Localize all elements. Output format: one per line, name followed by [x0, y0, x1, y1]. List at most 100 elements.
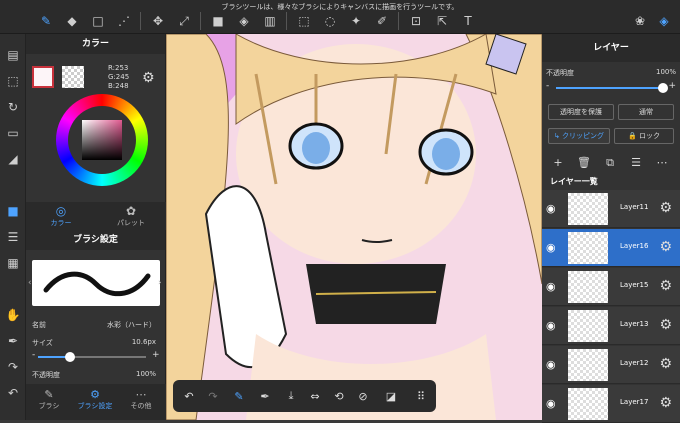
layer-row[interactable]: ◉ Layer16 ⚙	[542, 229, 680, 267]
shape-tool-icon[interactable]: □	[88, 12, 108, 30]
tool-hint: ブラシツールは、様々なブラシによりキャンバスに描画を行うツールです。	[221, 3, 459, 11]
menu-icon[interactable]: ▤	[3, 46, 23, 64]
tab-other[interactable]: ⋯ その他	[118, 388, 164, 411]
duplicate-layer-icon[interactable]: ⧉	[600, 156, 620, 170]
delete-layer-icon[interactable]: 🗑	[574, 156, 594, 169]
flip-icon[interactable]: ⇔	[305, 388, 325, 404]
layer-settings-gear-icon[interactable]: ⚙	[659, 239, 672, 255]
move-tool-icon[interactable]: ✥	[148, 12, 168, 30]
layer-row[interactable]: ◉ Layer15 ⚙	[542, 268, 680, 306]
tab-color[interactable]: ◎ カラー	[26, 204, 96, 228]
visibility-eye-icon[interactable]: ◉	[546, 202, 562, 215]
visibility-eye-icon[interactable]: ◉	[546, 358, 562, 371]
transform-tool-icon[interactable]: ⤢	[174, 12, 194, 30]
rgb-readout: R:253 G:245 B:248	[108, 64, 130, 90]
clipping-button[interactable]: ↳ クリッピング	[548, 128, 610, 144]
more-icon: ⋯	[135, 388, 147, 401]
select-rect-icon[interactable]: ⬚	[294, 12, 314, 30]
reference-icon[interactable]: ◪	[381, 388, 401, 404]
lasso-select-icon[interactable]: ◌	[320, 12, 340, 30]
layer-row[interactable]: ◉ Layer17 ⚙	[542, 385, 680, 423]
prev-brush-chevron-icon[interactable]: ‹	[28, 278, 32, 288]
rotate-icon[interactable]: ⟲	[329, 388, 349, 404]
visibility-eye-icon[interactable]: ◉	[546, 280, 562, 293]
bucket-tool-icon[interactable]: ◈	[234, 12, 254, 30]
layers-toggle-icon[interactable]: ◈	[654, 12, 674, 30]
select-move-icon[interactable]: ⇱	[432, 12, 452, 30]
redo-icon[interactable]: ↷	[203, 388, 223, 404]
secondary-color-swatch[interactable]	[62, 66, 84, 88]
layer-settings-gear-icon[interactable]: ⚙	[659, 278, 672, 294]
redo-icon[interactable]: ↷	[3, 358, 23, 376]
opacity-minus-icon[interactable]: -	[546, 81, 549, 91]
lock-button[interactable]: 🔒 ロック	[614, 128, 674, 144]
layer-row[interactable]: ◉ Layer11 ⚙	[542, 190, 680, 228]
tab-palette[interactable]: ✿ パレット	[96, 204, 166, 228]
selection-icon[interactable]: ⬚	[3, 72, 23, 90]
opacity-plus-icon[interactable]: +	[668, 81, 676, 91]
visibility-eye-icon[interactable]: ◉	[546, 397, 562, 410]
visibility-eye-icon[interactable]: ◉	[546, 319, 562, 332]
color-wheel[interactable]	[56, 94, 148, 186]
layer-settings-gear-icon[interactable]: ⚙	[659, 200, 672, 216]
gradient-tool-icon[interactable]: ▥	[260, 12, 280, 30]
color-settings-gear-icon[interactable]: ⚙	[142, 70, 155, 86]
layer-settings-gear-icon[interactable]: ⚙	[659, 395, 672, 411]
rotate-icon[interactable]: ↻	[3, 98, 23, 116]
layer-panel-icon[interactable]: ▦	[3, 254, 23, 272]
tab-brush-settings[interactable]: ⚙ ブラシ設定	[72, 388, 118, 411]
magic-wand-icon[interactable]: ✦	[346, 12, 366, 30]
brush-tool-icon[interactable]: ✎	[36, 12, 56, 30]
brush-panel-icon[interactable]: ☰	[3, 228, 23, 246]
eyedropper-icon[interactable]: ✒	[3, 332, 23, 350]
size-slider[interactable]	[38, 352, 146, 362]
snap-icon[interactable]: ◢	[3, 150, 23, 168]
drawing-canvas[interactable]	[166, 34, 542, 420]
primary-color-swatch[interactable]	[32, 66, 54, 88]
layer-settings-gear-icon[interactable]: ⚙	[659, 317, 672, 333]
more-grid-icon[interactable]: ⠿	[411, 388, 431, 404]
undo-icon[interactable]: ↶	[3, 384, 23, 402]
fill-color-icon[interactable]: ■	[208, 12, 228, 30]
layer-more-icon[interactable]: ⋯	[652, 156, 672, 169]
ruler-icon[interactable]: ▭	[3, 124, 23, 142]
brush-panel-tabs: ✎ ブラシ ⚙ ブラシ設定 ⋯ その他	[26, 384, 166, 420]
layer-thumbnail	[568, 271, 608, 303]
blend-mode-button[interactable]: 通常	[618, 104, 674, 120]
next-brush-chevron-icon[interactable]: ›	[158, 278, 162, 288]
eraser-tool-icon[interactable]: ◆	[62, 12, 82, 30]
lasso-fill-tool-icon[interactable]: ⋰	[114, 12, 134, 30]
add-layer-icon[interactable]: +	[548, 156, 568, 169]
size-value: 10.6px	[131, 338, 156, 346]
crop-tool-icon[interactable]: ⊡	[406, 12, 426, 30]
brush-tool-icon[interactable]: ✎	[229, 388, 249, 404]
color-panel-icon[interactable]: ■	[3, 202, 23, 220]
save-icon[interactable]: ⤓	[281, 388, 301, 404]
visibility-eye-icon[interactable]: ◉	[546, 241, 562, 254]
undo-icon[interactable]: ↶	[179, 388, 199, 404]
layer-thumbnail	[568, 349, 608, 381]
layer-settings-gear-icon[interactable]: ⚙	[659, 356, 672, 372]
layer-row[interactable]: ◉ Layer12 ⚙	[542, 346, 680, 384]
layer-actions: + 🗑 ⧉ ☰ ⋯	[542, 152, 680, 174]
text-tool-icon[interactable]: T	[458, 12, 478, 30]
lock-icon: 🔒	[628, 132, 637, 140]
select-pen-icon[interactable]: ✐	[372, 12, 392, 30]
tab-brush[interactable]: ✎ ブラシ	[26, 388, 72, 411]
layer-name: Layer16	[620, 242, 649, 250]
layer-thumbnail	[568, 193, 608, 225]
brush-preview[interactable]	[32, 260, 160, 306]
clear-icon[interactable]: ⊘	[353, 388, 373, 404]
hand-tool-icon[interactable]: ✋	[3, 306, 23, 324]
floating-toolbar: ↶ ↷ ✎ ✒ ⤓ ⇔ ⟲ ⊘ ◪ ⠿	[173, 380, 436, 412]
protect-alpha-button[interactable]: 透明度を保護	[548, 104, 614, 120]
layer-opacity-slider[interactable]	[556, 83, 668, 93]
layer-row[interactable]: ◉ Layer13 ⚙	[542, 307, 680, 345]
layer-list-icon[interactable]: ☰	[626, 156, 646, 169]
size-minus-icon[interactable]: -	[32, 350, 35, 360]
brush-settings-panel: ブラシ設定 ‹ › 名前 水彩（ハード） サイズ 10.6px - + 不透明度 10…	[26, 230, 166, 420]
eyedropper-icon[interactable]: ✒	[255, 388, 275, 404]
size-plus-icon[interactable]: +	[152, 350, 160, 360]
material-icon[interactable]: ❀	[630, 12, 650, 30]
saturation-square[interactable]	[82, 120, 122, 160]
